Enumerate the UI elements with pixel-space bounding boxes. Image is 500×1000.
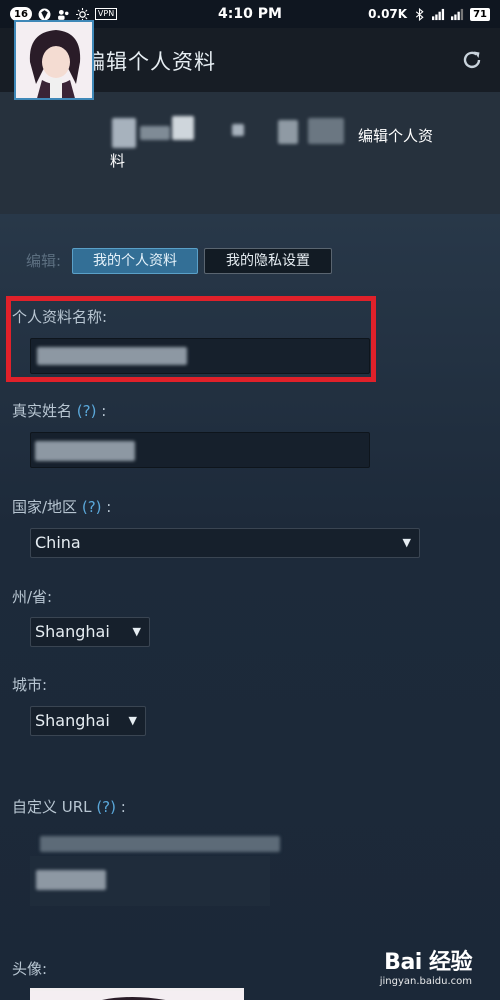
country-help-link[interactable]: (?) [82,498,102,516]
country-colon: : [106,498,112,516]
dropdown-arrow-icon: ▼ [132,625,141,638]
country-label: 国家/地区 (?) : [12,496,111,517]
battery-icon: 71 [470,7,490,21]
avatar-preview-graphic [30,991,244,1000]
tab-my-profile[interactable]: 我的个人资料 [72,248,198,274]
signal-icon-secondary [451,8,464,20]
city-value: Shanghai [35,711,110,730]
real-name-input[interactable] [30,432,370,468]
edit-label: 编辑: [26,252,62,270]
signal-icon [432,8,445,20]
real-name-label-text: 真实姓名 [12,402,73,420]
real-name-label: 真实姓名 (?) : [12,400,106,421]
avatar [14,20,94,100]
avatar-image [16,22,92,98]
city-select[interactable]: Shanghai ▼ [30,706,146,736]
watermark-main: Bai 经验 [384,950,472,975]
state-select[interactable]: Shanghai ▼ [30,617,150,647]
status-right: 0.07K 71 [368,7,490,21]
watermark-sub: jingyan.baidu.com [379,976,472,987]
custom-url-input[interactable] [30,856,270,906]
custom-url-label: 自定义 URL (?) : [12,796,126,817]
edit-profile-link[interactable]: 编辑个人资 [358,122,468,150]
edit-profile-link-part1: 编辑个人资 [358,127,434,145]
avatar-preview-image [30,988,244,1000]
country-select[interactable]: China ▼ [30,528,420,558]
shield-icon [38,8,51,20]
status-left: 16 VPN [10,7,118,21]
page-title: 编辑个人资料 [84,50,216,74]
custom-url-colon: : [120,798,126,816]
real-name-help-link[interactable]: (?) [77,402,97,420]
dropdown-arrow-icon: ▼ [402,536,411,549]
notification-count: 16 [10,7,32,21]
vpn-icon: VPN [94,8,118,20]
city-label: 城市: [12,676,48,694]
highlight-annotation [6,296,376,382]
brightness-icon [75,7,89,21]
country-label-text: 国家/地区 [12,498,78,516]
refresh-icon[interactable] [460,48,484,72]
avatar-label: 头像: [12,960,48,978]
edit-profile-link-wrap[interactable]: 料 [110,150,125,171]
country-value: China [35,533,81,552]
tab-privacy-settings[interactable]: 我的隐私设置 [204,248,332,274]
baidu-watermark: Bai 经验 jingyan.baidu.com [379,944,473,987]
custom-url-label-text: 自定义 URL [12,798,92,816]
custom-url-help-link[interactable]: (?) [96,798,116,816]
people-icon [58,9,69,20]
real-name-colon: : [101,402,107,420]
state-label: 州/省: [12,588,53,606]
dropdown-arrow-icon: ▼ [128,714,137,727]
bluetooth-icon [415,7,424,21]
clock: 4:10 PM [218,6,282,22]
state-value: Shanghai [35,622,110,641]
net-speed: 0.07K [368,7,408,21]
profile-header [0,92,500,214]
